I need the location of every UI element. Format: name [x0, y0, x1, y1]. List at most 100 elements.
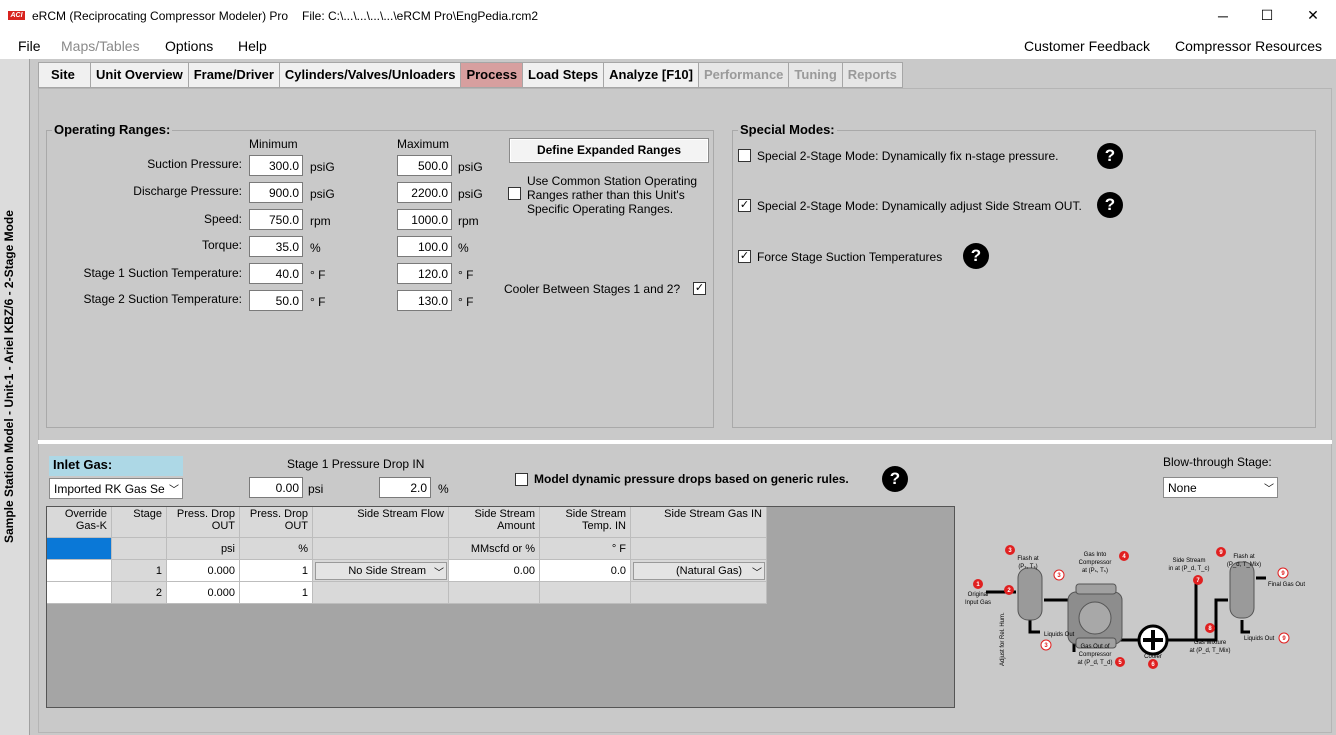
tab-tuning[interactable]: Tuning: [788, 62, 842, 88]
stage1-suction-temp-label: Stage 1 Suction Temperature:: [83, 266, 242, 280]
stage1-suction-temp-max-input[interactable]: 120.0: [397, 263, 452, 284]
final-gas-label: Final Gas Out: [1268, 582, 1305, 588]
row1-drop-psi-cell[interactable]: 0.000: [167, 560, 240, 582]
dynamic-pressure-drops-checkbox[interactable]: [515, 473, 528, 486]
row1-drop-pct-cell[interactable]: 1: [240, 560, 313, 582]
col-header-side-stream-gas: Side Stream Gas IN: [631, 507, 767, 538]
help-icon[interactable]: ?: [1097, 143, 1123, 169]
file-path: File: C:\...\...\...\...\eRCM Pro\EngPed…: [302, 9, 539, 23]
menu-customer-feedback[interactable]: Customer Feedback: [1024, 38, 1150, 54]
inlet-gas-title: Inlet Gas:: [53, 457, 113, 472]
station-unit-title-text: Sample Station Model - Unit-1 - Ariel KB…: [2, 210, 16, 543]
tab-analyze[interactable]: Analyze [F10]: [603, 62, 698, 88]
help-icon[interactable]: ?: [1097, 192, 1123, 218]
gas-into-2: Compressor: [1079, 560, 1112, 566]
inlet-gas-header: Inlet Gas:: [49, 456, 183, 476]
col-header-drop-psi: Press. Drop OUT: [167, 507, 240, 538]
tab-unit-overview[interactable]: Unit Overview: [90, 62, 188, 88]
menu-help[interactable]: Help: [238, 38, 267, 54]
stage2-suction-temp-min-input[interactable]: 50.0: [249, 290, 303, 311]
menu-compressor-resources[interactable]: Compressor Resources: [1175, 38, 1322, 54]
col-header-stage: Stage: [112, 507, 167, 538]
inlet-gas-select[interactable]: Imported RK Gas Se ﹀: [49, 478, 183, 499]
inlet-gas-value: Imported RK Gas Se: [54, 482, 165, 496]
blow-through-stage-label: Blow-through Stage:: [1163, 455, 1272, 469]
process-flow-diagram: Flash at (Pₛ, Tₛ) Original Input Gas Liq…: [965, 545, 1305, 669]
pressure-drop-pct-unit: %: [438, 482, 449, 496]
tab-strip: Site Unit Overview Frame/Driver Cylinder…: [38, 62, 903, 88]
col-header-side-stream-flow: Side Stream Flow: [313, 507, 449, 538]
help-icon[interactable]: ?: [882, 466, 908, 492]
flash2-label: Flash at: [1233, 554, 1255, 560]
minimum-header: Minimum: [249, 137, 298, 151]
row2-amount-cell: [449, 582, 540, 604]
stage1-suction-temp-min-input[interactable]: 40.0: [249, 263, 303, 284]
maximize-button[interactable]: ☐: [1244, 0, 1290, 31]
tab-site[interactable]: Site: [38, 62, 90, 88]
torque-max-unit: %: [458, 241, 469, 255]
blow-through-stage-select[interactable]: None ﹀: [1163, 477, 1278, 498]
row2-drop-pct-cell[interactable]: 1: [240, 582, 313, 604]
unit-cell-amount: MMscfd or %: [449, 538, 540, 560]
gas-into-1: Gas Into: [1084, 552, 1107, 558]
stage2-suction-temp-max-input[interactable]: 130.0: [397, 290, 452, 311]
discharge-pressure-max-input[interactable]: 2200.0: [397, 182, 452, 203]
row2-override-cell[interactable]: [47, 582, 112, 604]
row1-amount-cell[interactable]: 0.00: [449, 560, 540, 582]
torque-label: Torque:: [201, 238, 242, 252]
flash2-sub: (P_d, T_Mix): [1227, 562, 1261, 568]
torque-min-input[interactable]: 35.0: [249, 236, 303, 257]
maximum-header: Maximum: [397, 137, 450, 151]
tab-load-steps[interactable]: Load Steps: [522, 62, 604, 88]
col-header-side-stream-amount: Side Stream Amount: [449, 507, 540, 538]
row1-temp-cell[interactable]: 0.0: [540, 560, 631, 582]
adjust-label: Adjust for Rel. Hum.: [1000, 612, 1006, 666]
row1-side-stream-flow-select[interactable]: No Side Stream ﹀: [313, 560, 449, 582]
original-label: Original: [968, 592, 989, 598]
menu-options[interactable]: Options: [165, 38, 213, 54]
speed-min-input[interactable]: 750.0: [249, 209, 303, 230]
torque-max-input[interactable]: 100.0: [397, 236, 452, 257]
tab-cylinders-valves-unloaders[interactable]: Cylinders/Valves/Unloaders: [278, 62, 461, 88]
pressure-drop-psi-unit: psi: [308, 482, 324, 496]
pressure-drop-psi-input[interactable]: 0.00: [249, 477, 303, 498]
suction-pressure-max-input[interactable]: 500.0: [397, 155, 452, 176]
minimize-button[interactable]: ─: [1200, 0, 1246, 31]
unit-cell-override[interactable]: [47, 538, 112, 560]
stage2-suction-temp-max-unit: ° F: [458, 295, 474, 309]
menu-maps-tables[interactable]: Maps/Tables: [61, 38, 140, 54]
adjust-side-stream-checkbox[interactable]: ✓: [738, 199, 751, 212]
app-logo: ACI: [8, 11, 25, 20]
use-common-ranges-checkbox[interactable]: [508, 187, 521, 200]
fix-nstage-pressure-label: Special 2-Stage Mode: Dynamically fix n-…: [757, 149, 1059, 163]
pressure-drop-pct-input[interactable]: 2.0: [379, 477, 431, 498]
speed-min-unit: rpm: [310, 214, 331, 228]
define-expanded-ranges-button[interactable]: Define Expanded Ranges: [509, 138, 709, 163]
help-icon[interactable]: ?: [963, 243, 989, 269]
force-suction-temps-checkbox[interactable]: ✓: [738, 250, 751, 263]
side-stream-2: in at (P_d, T_c): [1169, 566, 1210, 572]
close-button[interactable]: ✕: [1290, 0, 1336, 31]
discharge-pressure-min-unit: psiG: [310, 187, 335, 201]
speed-max-input[interactable]: 1000.0: [397, 209, 452, 230]
tab-process[interactable]: Process: [460, 62, 523, 88]
suction-pressure-min-input[interactable]: 300.0: [249, 155, 303, 176]
cooler-between-stages-checkbox[interactable]: ✓: [693, 282, 706, 295]
discharge-pressure-min-input[interactable]: 900.0: [249, 182, 303, 203]
tab-frame-driver[interactable]: Frame/Driver: [187, 62, 279, 88]
liquids-out-1-label: Liquids Out: [1044, 632, 1075, 638]
adjust-side-stream-label: Special 2-Stage Mode: Dynamically adjust…: [757, 199, 1082, 213]
row2-drop-psi-cell[interactable]: 0.000: [167, 582, 240, 604]
fix-nstage-pressure-checkbox[interactable]: [738, 149, 751, 162]
col-header-drop-pct: Press. Drop OUT: [240, 507, 313, 538]
maximize-icon: ☐: [1260, 7, 1274, 23]
tab-performance[interactable]: Performance: [697, 62, 789, 88]
discharge-pressure-label: Discharge Pressure:: [133, 184, 242, 198]
use-common-ranges-label-3: Specific Operating Ranges.: [527, 202, 674, 216]
row1-side-stream-gas-select[interactable]: (Natural Gas) ﹀: [631, 560, 767, 582]
menu-file[interactable]: File: [18, 38, 41, 54]
side-stream-1: Side Stream: [1172, 558, 1205, 564]
scrubber-2: [1229, 561, 1255, 619]
tab-reports[interactable]: Reports: [841, 62, 903, 88]
row1-override-cell[interactable]: [47, 560, 112, 582]
